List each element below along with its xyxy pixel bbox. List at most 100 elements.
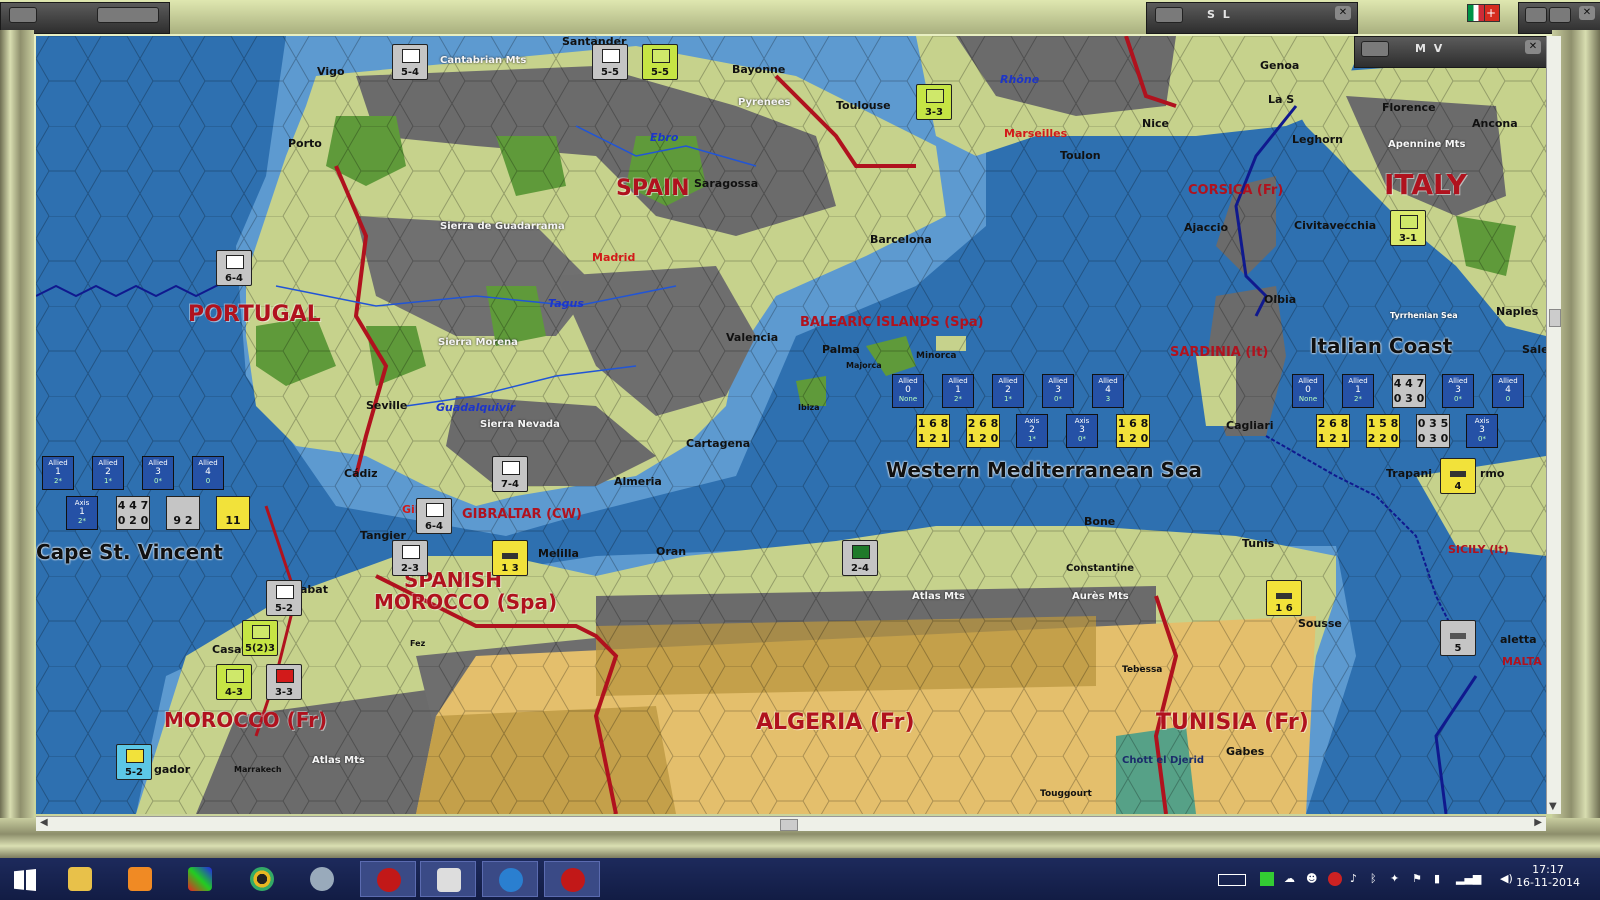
city-label: Tebessa xyxy=(1122,665,1163,675)
sea-box-allied[interactable]: Allied 2 1* xyxy=(992,374,1024,408)
taskbar-game-1[interactable] xyxy=(360,861,416,897)
speaker-icon[interactable]: ◀) xyxy=(1500,872,1514,886)
air-unit-counter[interactable]: 11 xyxy=(216,496,250,530)
volume-icon[interactable]: ♪ xyxy=(1350,872,1364,886)
unit-counter[interactable]: 5-4 xyxy=(392,44,428,80)
close-icon[interactable]: ✕ xyxy=(1335,6,1351,20)
cloud-icon[interactable]: ☁ xyxy=(1284,872,1298,886)
air-unit-counter[interactable]: 1 6 xyxy=(1266,580,1302,616)
close-icon[interactable]: ✕ xyxy=(1579,6,1595,20)
city-label: Ibiza xyxy=(798,403,820,412)
sea-box-allied[interactable]: Allied 4 3 xyxy=(1092,374,1124,408)
scroll-thumb[interactable] xyxy=(1549,309,1561,327)
taskbar-game-2[interactable] xyxy=(544,861,600,897)
vertical-scrollbar[interactable]: ▼ xyxy=(1546,36,1561,814)
unit-counter[interactable]: 7-4 xyxy=(492,456,528,492)
scroll-left-icon[interactable]: ◀ xyxy=(40,817,48,828)
maximize-icon[interactable] xyxy=(1549,7,1571,23)
keyboard-icon[interactable] xyxy=(1218,874,1246,886)
unit-counter[interactable]: 5-5 xyxy=(642,44,678,80)
sea-box-allied[interactable]: Allied 1 2* xyxy=(942,374,974,408)
sea-box-allied[interactable]: Allied 2 1* xyxy=(92,456,124,490)
sea-box-allied[interactable]: Allied 4 0 xyxy=(1492,374,1524,408)
unit-counter[interactable]: 5-5 xyxy=(592,44,628,80)
tray-app-icon[interactable] xyxy=(1260,872,1274,886)
naval-unit-counter[interactable]: 1 5 82 2 0 xyxy=(1366,414,1400,448)
city-label: Ancona xyxy=(1472,117,1518,130)
panel-button[interactable] xyxy=(97,7,159,23)
clock[interactable]: 17:17 16-11-2014 xyxy=(1516,863,1580,889)
scroll-right-icon[interactable]: ▶ xyxy=(1534,817,1542,828)
flag-icon[interactable]: ⚑ xyxy=(1412,872,1426,886)
mv-panel[interactable]: M V ✕ xyxy=(1354,36,1546,68)
unit-counter[interactable]: 6-4 xyxy=(216,250,252,286)
unit-counter[interactable]: 5-2 xyxy=(116,744,152,780)
air-unit-counter[interactable]: 9 2 xyxy=(166,496,200,530)
naval-unit-counter[interactable]: 0 3 50 3 0 xyxy=(1416,414,1450,448)
network-icon[interactable]: ▂▄▆ xyxy=(1456,872,1481,886)
taskbar-media[interactable] xyxy=(112,861,168,897)
naval-unit-counter[interactable]: 4 4 70 3 0 xyxy=(1392,374,1426,408)
mail-icon xyxy=(310,867,334,891)
air-unit-counter[interactable]: 4 xyxy=(1440,458,1476,494)
sea-box-axis[interactable]: Axis 3 0* xyxy=(1066,414,1098,448)
bluetooth-icon[interactable]: ᛒ xyxy=(1370,872,1384,886)
air-unit-counter[interactable]: 1 3 xyxy=(492,540,528,576)
unit-counter[interactable]: 4-3 xyxy=(216,664,252,700)
sea-box-allied[interactable]: Allied 3 0* xyxy=(142,456,174,490)
sea-box-allied[interactable]: Allied 1 2* xyxy=(42,456,74,490)
taskbar-browser[interactable] xyxy=(234,861,290,897)
naval-unit-counter[interactable]: 2 6 81 2 0 xyxy=(966,414,1000,448)
air-unit-counter[interactable]: 5 xyxy=(1440,620,1476,656)
italy-flag-icon[interactable] xyxy=(1467,4,1485,22)
panel-button[interactable] xyxy=(1155,7,1183,23)
start-button[interactable] xyxy=(0,861,56,897)
panel-button[interactable] xyxy=(9,7,37,23)
sl-panel[interactable]: S L ✕ xyxy=(1146,2,1358,34)
horizontal-scrollbar[interactable]: ◀ ▶ xyxy=(36,816,1546,831)
terrain-label: Sierra de Guadarrama xyxy=(440,221,565,232)
island-label-balearic: BALEARIC ISLANDS (Spa) xyxy=(800,315,984,330)
unit-counter[interactable]: 6-4 xyxy=(416,498,452,534)
unit-counter[interactable]: 5-2 xyxy=(266,580,302,616)
sea-box-allied[interactable]: Allied 0 None xyxy=(1292,374,1324,408)
unit-counter[interactable]: 5(2)3 xyxy=(242,620,278,656)
scroll-down-icon[interactable]: ▼ xyxy=(1549,801,1557,812)
taskbar-editor[interactable] xyxy=(420,861,476,897)
sea-box-allied[interactable]: Allied 0 None xyxy=(892,374,924,408)
country-label-spain: SPAIN xyxy=(616,176,690,201)
tray-app-icon[interactable]: ☻ xyxy=(1306,872,1320,886)
sea-box-axis[interactable]: Axis 3 0* xyxy=(1466,414,1498,448)
naval-unit-counter[interactable]: 4 4 70 2 0 xyxy=(116,496,150,530)
naval-unit-counter[interactable]: 2 6 81 2 1 xyxy=(1316,414,1350,448)
taskbar-explorer[interactable] xyxy=(52,861,108,897)
panel-button[interactable] xyxy=(1361,41,1389,57)
tray-app-icon[interactable] xyxy=(1328,872,1342,886)
sea-box-axis[interactable]: Axis 1 2* xyxy=(66,496,98,530)
close-icon[interactable]: ✕ xyxy=(1525,40,1541,54)
naval-unit-counter[interactable]: 1 6 81 2 1 xyxy=(916,414,950,448)
sea-box-allied[interactable]: Allied 3 0* xyxy=(1442,374,1474,408)
unit-counter[interactable]: 2-4 xyxy=(842,540,878,576)
sea-box-allied[interactable]: Allied 3 0* xyxy=(1042,374,1074,408)
scroll-thumb[interactable] xyxy=(780,819,798,831)
city-label: Genoa xyxy=(1260,59,1300,72)
unit-counter[interactable]: 3-1 xyxy=(1390,210,1426,246)
taskbar-app[interactable] xyxy=(482,861,538,897)
sea-box-axis[interactable]: Axis 2 1* xyxy=(1016,414,1048,448)
taskbar-mail[interactable] xyxy=(294,861,350,897)
sea-box-allied[interactable]: Allied 4 0 xyxy=(192,456,224,490)
minimize-icon[interactable] xyxy=(1525,7,1547,23)
city-label: Melilla xyxy=(538,547,579,560)
hex-map[interactable]: SPAIN PORTUGAL ITALY SPANISH MOROCCO (Sp… xyxy=(36,36,1546,814)
naval-unit-counter[interactable]: 1 6 81 2 0 xyxy=(1116,414,1150,448)
tray-app-icon[interactable]: ✦ xyxy=(1390,872,1404,886)
unit-counter[interactable]: 3-3 xyxy=(916,84,952,120)
taskbar-paint[interactable] xyxy=(172,861,228,897)
city-label: Gabes xyxy=(1226,745,1265,758)
unit-counter[interactable]: 3-3 xyxy=(266,664,302,700)
unit-counter[interactable]: 2-3 xyxy=(392,540,428,576)
unit-symbol-icon xyxy=(402,545,420,559)
sea-box-allied[interactable]: Allied 1 2* xyxy=(1342,374,1374,408)
battery-icon[interactable]: ▮ xyxy=(1434,872,1448,886)
